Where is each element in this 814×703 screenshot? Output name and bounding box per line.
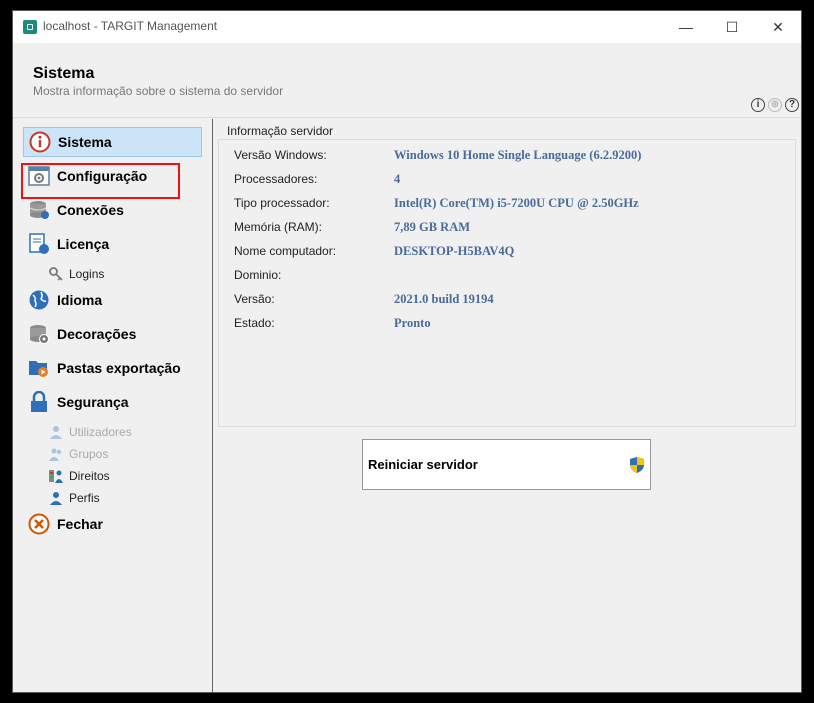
- sidebar-item-label: Grupos: [69, 447, 109, 461]
- app-window: localhost - TARGIT Management — ☐ ✕ Sist…: [12, 10, 802, 693]
- info-value: Intel(R) Core(TM) i5-7200U CPU @ 2.50GHz: [394, 195, 639, 210]
- info-icon: [29, 131, 51, 153]
- info-icon[interactable]: i: [751, 98, 765, 112]
- info-label: Versão:: [234, 292, 275, 306]
- info-label: Tipo processador:: [234, 196, 330, 210]
- sidebar-item-label: Licença: [57, 236, 110, 252]
- sidebar-item-logins[interactable]: Logins: [49, 264, 104, 284]
- minimize-button[interactable]: —: [663, 11, 709, 43]
- sidebar-item-seguranca[interactable]: Segurança: [23, 387, 202, 417]
- info-row-processor-type: Tipo processador: Intel(R) Core(TM) i5-7…: [234, 193, 639, 213]
- sidebar-item-label: Conexões: [57, 202, 124, 218]
- sidebar-item-label: Perfis: [69, 491, 100, 505]
- sidebar-item-label: Logins: [69, 267, 105, 281]
- info-row-memory: Memória (RAM): 7,89 GB RAM: [234, 217, 470, 237]
- database-connections-icon: [28, 199, 50, 221]
- header-divider: [13, 117, 801, 118]
- info-row-version: Versão: 2021.0 build 19194: [234, 289, 494, 309]
- export-folder-icon: [28, 357, 50, 379]
- sidebar-item-label: Direitos: [69, 469, 110, 483]
- info-label: Nome computador:: [234, 244, 337, 258]
- sidebar-item-perfis[interactable]: Perfis: [49, 488, 100, 508]
- info-row-domain: Dominio:: [234, 265, 394, 285]
- sidebar-item-decoracoes[interactable]: Decorações: [23, 319, 202, 349]
- server-info-title: Informação servidor: [225, 124, 336, 138]
- group-icon: [49, 447, 63, 461]
- info-label: Processadores:: [234, 172, 318, 186]
- sidebar-item-fechar[interactable]: Fechar: [23, 509, 202, 539]
- sidebar-item-label: Idioma: [57, 292, 103, 308]
- sidebar-item-idioma[interactable]: Idioma: [23, 285, 202, 315]
- rights-icon: [49, 469, 63, 483]
- info-value: 2021.0 build 19194: [394, 291, 494, 306]
- sidebar-item-grupos[interactable]: Grupos: [49, 444, 108, 464]
- restart-server-button[interactable]: Reiniciar servidor: [362, 439, 651, 490]
- sidebar-item-label: Decorações: [57, 326, 137, 342]
- license-icon: [28, 233, 50, 255]
- sidebar-item-label: Segurança: [57, 394, 129, 410]
- globe-icon: [28, 289, 50, 311]
- info-value: 4: [394, 171, 401, 186]
- info-row-windows-version: Versão Windows: Windows 10 Home Single L…: [234, 145, 641, 165]
- info-label: Memória (RAM):: [234, 220, 323, 234]
- highlight-box: [21, 163, 180, 199]
- lock-icon: [28, 390, 50, 413]
- sidebar-item-label: Fechar: [57, 516, 103, 532]
- sidebar-item-utilizadores[interactable]: Utilizadores: [49, 422, 132, 442]
- close-window-button[interactable]: ✕: [755, 11, 801, 43]
- header-icons: i ⊕ ?: [751, 98, 799, 112]
- sidebar-item-direitos[interactable]: Direitos: [49, 466, 110, 486]
- close-circle-icon: [28, 513, 50, 535]
- info-value: DESKTOP-H5BAV4Q: [394, 243, 515, 258]
- maximize-button[interactable]: ☐: [709, 11, 755, 43]
- page-subtitle: Mostra informação sobre o sistema do ser…: [33, 84, 284, 98]
- info-label: Dominio:: [234, 268, 282, 282]
- key-icon: [49, 267, 63, 281]
- info-value: Pronto: [394, 315, 431, 330]
- app-icon: [23, 20, 37, 34]
- info-value: Windows 10 Home Single Language (6.2.920…: [394, 147, 642, 162]
- info-label: Versão Windows:: [234, 148, 327, 162]
- sidebar-item-pastas-exportacao[interactable]: Pastas exportação: [23, 353, 202, 383]
- restart-server-label: Reiniciar servidor: [368, 457, 478, 472]
- title-bar[interactable]: localhost - TARGIT Management — ☐ ✕: [13, 11, 801, 43]
- sidebar-item-label: Pastas exportação: [57, 360, 181, 376]
- page-title: Sistema: [33, 65, 95, 82]
- help-icon[interactable]: ?: [785, 98, 799, 112]
- window-title: localhost - TARGIT Management: [43, 19, 218, 33]
- info-value: 7,89 GB RAM: [394, 219, 471, 234]
- info-row-computer-name: Nome computador: DESKTOP-H5BAV4Q: [234, 241, 514, 261]
- info-row-processors: Processadores: 4: [234, 169, 400, 189]
- decorations-icon: [28, 323, 50, 345]
- sidebar-item-label: Sistema: [58, 134, 112, 150]
- info-label: Estado:: [234, 316, 275, 330]
- sidebar-item-label: Utilizadores: [69, 425, 132, 439]
- user-icon: [49, 425, 63, 439]
- info-row-status: Estado: Pronto: [234, 313, 431, 333]
- sidebar-item-licenca[interactable]: Licença: [23, 229, 202, 259]
- sidebar-separator: [212, 119, 213, 692]
- sidebar-item-sistema[interactable]: Sistema: [23, 127, 202, 157]
- uac-shield-icon: [630, 457, 644, 473]
- profile-icon: [49, 491, 63, 505]
- sidebar-item-conexoes[interactable]: Conexões: [23, 195, 202, 225]
- page-header: Sistema Mostra informação sobre o sistem…: [13, 43, 801, 117]
- globe-icon[interactable]: ⊕: [768, 98, 782, 112]
